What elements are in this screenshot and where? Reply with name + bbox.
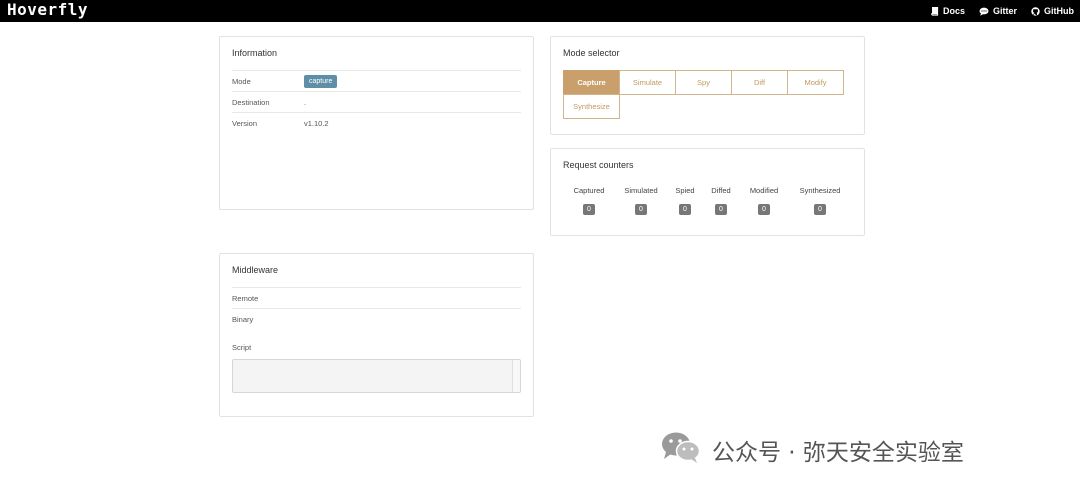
middleware-row-remote: Remote — [232, 287, 521, 308]
nav-link-label: GitHub — [1044, 6, 1074, 16]
mode-button-simulate[interactable]: Simulate — [619, 70, 676, 95]
nav-link-github[interactable]: GitHub — [1031, 6, 1074, 16]
mode-button-spy[interactable]: Spy — [675, 70, 732, 95]
info-row-destination: Destination . — [232, 91, 521, 112]
mode-button-capture[interactable]: Capture — [563, 70, 620, 95]
counter-badge: 0 — [758, 204, 770, 215]
counter-badge: 0 — [635, 204, 647, 215]
counter-badge: 0 — [583, 204, 595, 215]
row-label: Destination — [232, 98, 270, 107]
script-scrollbar[interactable] — [512, 360, 520, 392]
counter-label: Spied — [675, 186, 695, 195]
counter-captured: Captured 0 — [571, 186, 607, 216]
mode-button-diff[interactable]: Diff — [731, 70, 788, 95]
book-icon — [931, 6, 939, 16]
github-icon — [1031, 6, 1040, 16]
counter-simulated: Simulated 0 — [621, 186, 661, 216]
counter-badge: 0 — [814, 204, 826, 215]
watermark-text: 公众号 · 弥天安全实验室 — [712, 440, 964, 466]
panel-title: Mode selector — [563, 48, 620, 58]
watermark: 公众号 · 弥天安全实验室 — [660, 430, 964, 470]
row-label: Version — [232, 119, 258, 128]
script-label: Script — [232, 343, 252, 352]
middleware-panel: Middleware Remote Binary Script — [219, 253, 534, 417]
chat-icon — [979, 7, 989, 16]
destination-value: . — [304, 98, 307, 107]
info-row-version: Version v1.10.2 — [232, 112, 521, 133]
script-textarea[interactable] — [232, 359, 521, 393]
nav-link-label: Docs — [942, 6, 965, 16]
mode-badge: capture — [304, 75, 338, 88]
version-value: v1.10.2 — [304, 119, 329, 128]
row-label: Binary — [232, 315, 254, 324]
counter-spied: Spied 0 — [673, 186, 697, 216]
top-navbar: Hoverfly Docs Gitter GitHub — [0, 0, 1080, 22]
counter-synthesized: Synthesized 0 — [797, 186, 843, 216]
mode-button-synthesize[interactable]: Synthesize — [563, 94, 620, 119]
mode-button-modify[interactable]: Modify — [787, 70, 844, 95]
row-label: Remote — [232, 294, 259, 303]
panel-title: Information — [232, 48, 278, 58]
row-label: Mode — [232, 77, 251, 86]
information-panel: Information Mode capture Destination . V… — [219, 36, 534, 210]
counter-label: Diffed — [711, 186, 731, 195]
panel-title: Request counters — [563, 160, 634, 170]
nav-link-gitter[interactable]: Gitter — [979, 6, 1017, 16]
middleware-row-binary: Binary — [232, 308, 521, 329]
nav-link-docs[interactable]: Docs — [931, 6, 965, 16]
nav-links: Docs Gitter GitHub — [931, 0, 1074, 22]
wechat-icon — [660, 430, 702, 470]
counter-modified: Modified 0 — [746, 186, 782, 216]
info-row-mode: Mode capture — [232, 70, 521, 91]
counter-badge: 0 — [715, 204, 727, 215]
counter-label: Synthesized — [799, 186, 841, 195]
request-counters-panel: Request counters Captured 0 Simulated 0 … — [550, 148, 865, 236]
mode-selector-panel: Mode selector Capture Simulate Spy Diff … — [550, 36, 865, 135]
nav-link-label: Gitter — [992, 6, 1017, 16]
counter-label: Simulated — [624, 186, 658, 195]
counter-badge: 0 — [679, 204, 691, 215]
counter-diffed: Diffed 0 — [708, 186, 734, 216]
counter-label: Captured — [573, 186, 605, 195]
panel-title: Middleware — [232, 265, 279, 275]
counter-label: Modified — [749, 186, 779, 195]
hoverfly-logo[interactable]: Hoverfly — [7, 1, 88, 19]
